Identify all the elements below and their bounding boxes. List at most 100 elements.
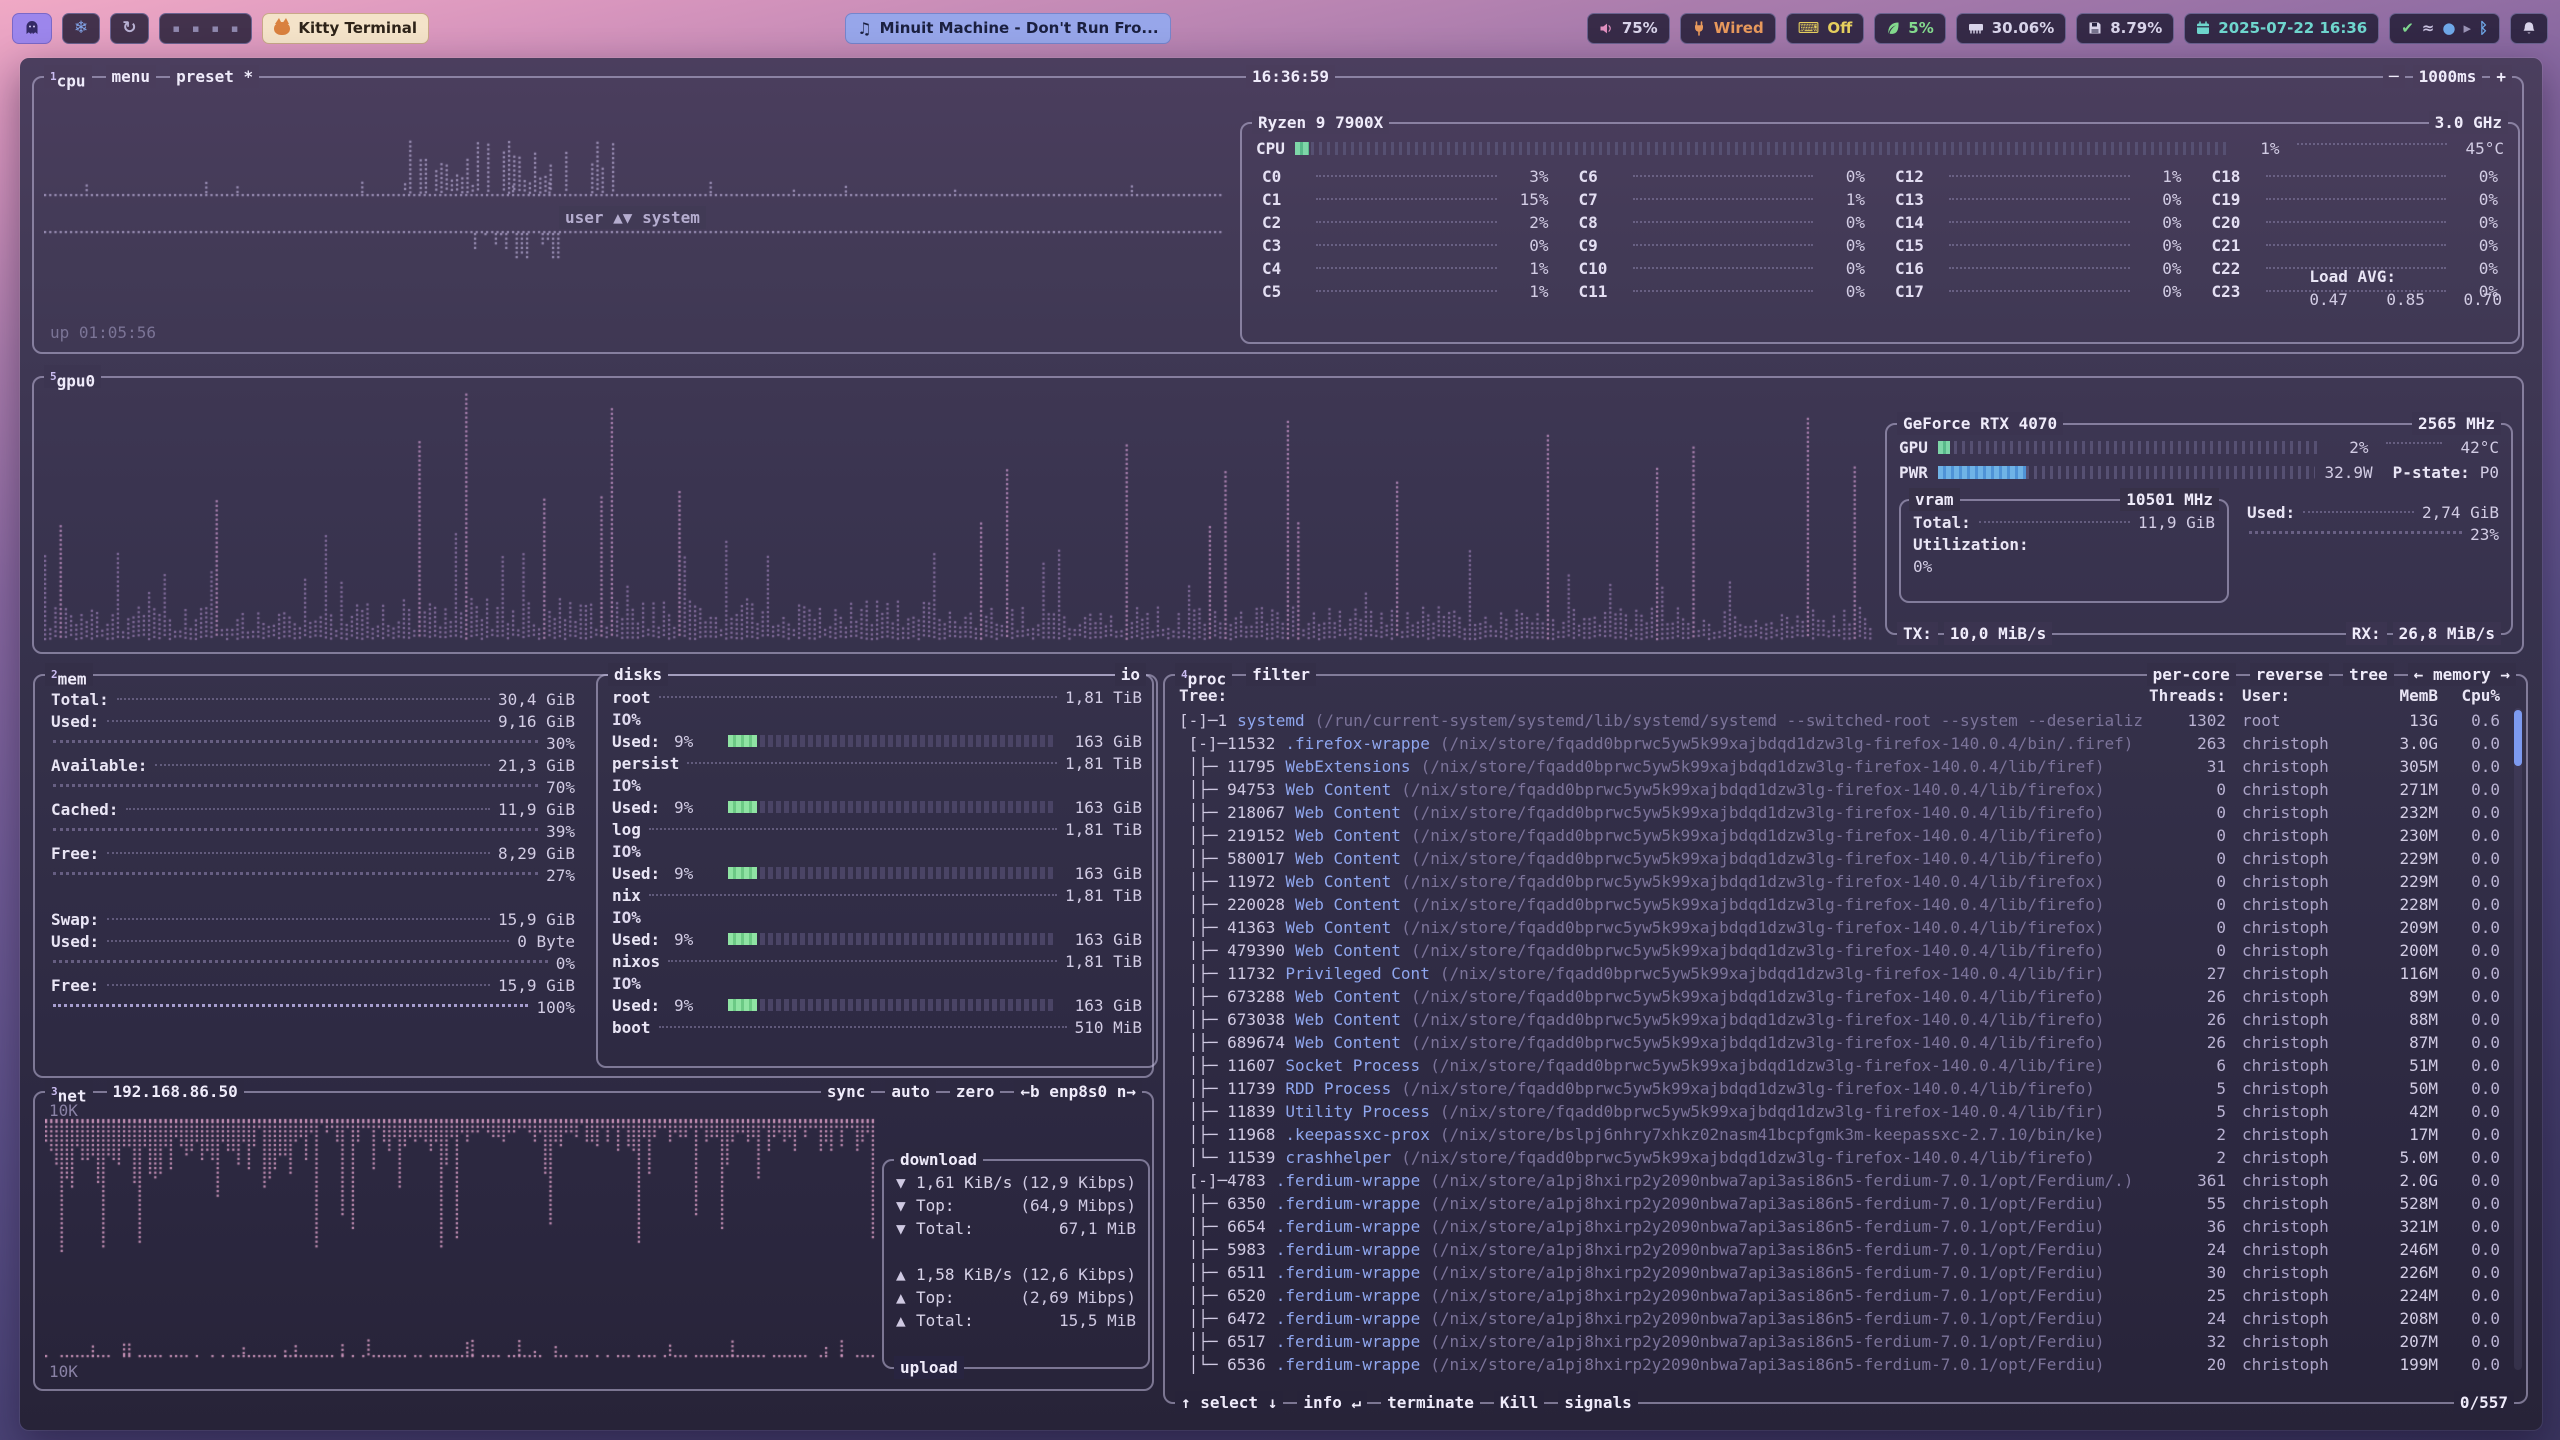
process-row[interactable]: │├─ 11968.keepassxc-prox(/nix/store/bslp… bbox=[1179, 1123, 2500, 1146]
process-row[interactable]: [-]─1systemd(/run/current-system/systemd… bbox=[1179, 709, 2500, 732]
preset-button[interactable]: preset * bbox=[170, 65, 259, 88]
core-usage: 0% bbox=[1821, 165, 1865, 188]
process-row[interactable]: │├─ 6520.ferdium-wrappe(/nix/store/a1pj8… bbox=[1179, 1284, 2500, 1307]
net-interface-switcher[interactable]: ←b enp8s0 n→ bbox=[1014, 1080, 1142, 1103]
gpu-pstate-value: P0 bbox=[2480, 461, 2499, 484]
header-user[interactable]: User: bbox=[2226, 684, 2358, 707]
process-row[interactable]: │└─ 11539crashhelper(/nix/store/fqadd0bp… bbox=[1179, 1146, 2500, 1169]
process-row[interactable]: │├─ 11795WebExtensions(/nix/store/fqadd0… bbox=[1179, 755, 2500, 778]
process-scrollbar-thumb[interactable] bbox=[2514, 710, 2522, 766]
proc-footer-action-3[interactable]: Kill bbox=[1494, 1391, 1545, 1414]
proc-footer-action-4[interactable]: signals bbox=[1558, 1391, 1637, 1414]
disk-size: 510 MiB bbox=[1075, 1016, 1142, 1039]
direction-icon: ▲ bbox=[896, 1263, 916, 1286]
process-row[interactable]: │├─ 11739RDD Process(/nix/store/fqadd0bp… bbox=[1179, 1077, 2500, 1100]
process-row[interactable]: │├─ 6654.ferdium-wrappe(/nix/store/a1pj8… bbox=[1179, 1215, 2500, 1238]
nixos-module[interactable]: ❄ bbox=[62, 13, 100, 44]
process-cpu: 0.0 bbox=[2438, 824, 2500, 847]
process-row[interactable]: │├─ 6511.ferdium-wrappe(/nix/store/a1pj8… bbox=[1179, 1261, 2500, 1284]
process-row[interactable]: [-]─11532.firefox-wrappe(/nix/store/fqad… bbox=[1179, 732, 2500, 755]
process-user: christoph bbox=[2226, 824, 2358, 847]
process-row[interactable]: │├─ 673038Web Content(/nix/store/fqadd0b… bbox=[1179, 1008, 2500, 1031]
process-threads: 26 bbox=[2142, 1031, 2226, 1054]
proc-footer-action-2[interactable]: terminate bbox=[1381, 1391, 1480, 1414]
process-row[interactable]: │├─ 219152Web Content(/nix/store/fqadd0b… bbox=[1179, 824, 2500, 847]
workspace-icon[interactable]: ▪ bbox=[192, 22, 199, 35]
process-row[interactable]: │├─ 6472.ferdium-wrappe(/nix/store/a1pj8… bbox=[1179, 1307, 2500, 1330]
process-row[interactable]: │├─ 673288Web Content(/nix/store/fqadd0b… bbox=[1179, 985, 2500, 1008]
memory-module[interactable]: 30.06% bbox=[1956, 13, 2066, 44]
process-row[interactable]: │├─ 580017Web Content(/nix/store/fqadd0b… bbox=[1179, 847, 2500, 870]
gpu-panel-title[interactable]: 5gpu0 bbox=[44, 365, 101, 388]
process-row[interactable]: │├─ 41363Web Content(/nix/store/fqadd0bp… bbox=[1179, 916, 2500, 939]
workspace-module[interactable]: ▪ ▪ ▪ ▪ bbox=[159, 13, 253, 44]
process-row[interactable]: │├─ 94753Web Content(/nix/store/fqadd0bp… bbox=[1179, 778, 2500, 801]
process-row[interactable]: │├─ 6517.ferdium-wrappe(/nix/store/a1pj8… bbox=[1179, 1330, 2500, 1353]
process-panel-title[interactable]: 4proc bbox=[1175, 663, 1232, 686]
filter-button[interactable]: filter bbox=[1246, 663, 1316, 686]
process-row[interactable]: [-]─4783.ferdium-wrappe(/nix/store/a1pj8… bbox=[1179, 1169, 2500, 1192]
proc-sort-selector[interactable]: ← memory → bbox=[2408, 663, 2516, 686]
network-history-graph bbox=[45, 1105, 875, 1381]
disks-io-toggle[interactable]: io bbox=[1115, 663, 1146, 686]
interval-increase-button[interactable]: + bbox=[2490, 65, 2512, 88]
cpu-core-row: C41% bbox=[1262, 257, 1549, 280]
disks-panel-title[interactable]: disks bbox=[608, 663, 668, 686]
proc-footer-action-0[interactable]: ↑ select ↓ bbox=[1175, 1391, 1283, 1414]
cpu-panel-title[interactable]: 1cpu bbox=[44, 65, 92, 88]
header-cpu[interactable]: Cpu% bbox=[2438, 684, 2500, 707]
active-window-module[interactable]: Kitty Terminal bbox=[262, 13, 429, 44]
tray-status-dot-icon[interactable]: ● bbox=[2442, 19, 2455, 37]
proc-toggle-reverse[interactable]: reverse bbox=[2250, 663, 2329, 686]
workspace-icon[interactable]: ▪ bbox=[231, 22, 238, 35]
process-row[interactable]: │├─ 218067Web Content(/nix/store/fqadd0b… bbox=[1179, 801, 2500, 824]
tray-expand-icon[interactable]: ▸ bbox=[2463, 19, 2471, 37]
system-tray[interactable]: ✔ ≈ ● ▸ ᛒ bbox=[2389, 13, 2500, 44]
interval-decrease-button[interactable]: ─ bbox=[2383, 65, 2405, 88]
net-button-zero[interactable]: zero bbox=[950, 1080, 1001, 1103]
process-row[interactable]: │├─ 220028Web Content(/nix/store/fqadd0b… bbox=[1179, 893, 2500, 916]
proc-toggle-per-core[interactable]: per-core bbox=[2147, 663, 2236, 686]
net-button-sync[interactable]: sync bbox=[821, 1080, 872, 1103]
process-user: christoph bbox=[2226, 1330, 2358, 1353]
process-row[interactable]: │└─ 6536.ferdium-wrappe(/nix/store/a1pj8… bbox=[1179, 1353, 2500, 1376]
net-button-auto[interactable]: auto bbox=[885, 1080, 936, 1103]
proc-toggle-tree[interactable]: tree bbox=[2343, 663, 2394, 686]
gpu-info-panel: GeForce RTX 4070 2565 MHz GPU 2% 42°C PW… bbox=[1885, 423, 2513, 635]
process-row[interactable]: │├─ 11972Web Content(/nix/store/fqadd0bp… bbox=[1179, 870, 2500, 893]
header-threads[interactable]: Threads: bbox=[2142, 684, 2226, 707]
core-name: C14 bbox=[1895, 211, 1941, 234]
process-row[interactable]: │├─ 11607Socket Process(/nix/store/fqadd… bbox=[1179, 1054, 2500, 1077]
workspace-icon[interactable]: ▪ bbox=[211, 22, 218, 35]
process-row[interactable]: │├─ 689674Web Content(/nix/store/fqadd0b… bbox=[1179, 1031, 2500, 1054]
process-row[interactable]: │├─ 6350.ferdium-wrappe(/nix/store/a1pj8… bbox=[1179, 1192, 2500, 1215]
header-mem[interactable]: MemB bbox=[2358, 684, 2438, 707]
launcher-button[interactable] bbox=[12, 13, 52, 44]
proc-footer-action-1[interactable]: info ↵ bbox=[1297, 1391, 1367, 1414]
tray-wave-icon[interactable]: ≈ bbox=[2422, 19, 2435, 37]
process-row[interactable]: │├─ 11839Utility Process(/nix/store/fqad… bbox=[1179, 1100, 2500, 1123]
menu-button[interactable]: menu bbox=[106, 65, 157, 88]
eco-module[interactable]: 5% bbox=[1874, 13, 1945, 44]
tray-bluetooth-icon[interactable]: ᛒ bbox=[2479, 19, 2488, 37]
volume-module[interactable]: 75% bbox=[1587, 13, 1670, 44]
core-name: C4 bbox=[1262, 257, 1308, 280]
process-row[interactable]: │├─ 479390Web Content(/nix/store/fqadd0b… bbox=[1179, 939, 2500, 962]
music-module[interactable]: ♫ Minuit Machine - Don't Run Fro... bbox=[845, 13, 1170, 44]
refresh-module[interactable]: ↻ bbox=[110, 13, 148, 44]
network-module[interactable]: Wired bbox=[1680, 13, 1776, 44]
disk-module[interactable]: 8.79% bbox=[2076, 13, 2174, 44]
process-row[interactable]: │├─ 5983.ferdium-wrappe(/nix/store/a1pj8… bbox=[1179, 1238, 2500, 1261]
leader-dots bbox=[1949, 290, 2130, 292]
mem-meter bbox=[53, 784, 538, 787]
memory-panel-title[interactable]: 2mem bbox=[45, 663, 93, 686]
process-scrollbar[interactable] bbox=[2514, 708, 2522, 1370]
notifications-module[interactable] bbox=[2510, 13, 2548, 44]
tray-check-icon[interactable]: ✔ bbox=[2401, 19, 2414, 37]
keyboard-module[interactable]: ⌨ Off bbox=[1786, 13, 1865, 44]
clock-module[interactable]: 2025-07-22 16:36 bbox=[2184, 13, 2379, 44]
process-row[interactable]: │├─ 11732Privileged Cont(/nix/store/fqad… bbox=[1179, 962, 2500, 985]
cpu-core-row: C90% bbox=[1579, 234, 1866, 257]
upload-rows: ▲1,58 KiB/s(12,6 Kibps)▲Top:(2,69 Mibps)… bbox=[896, 1263, 1136, 1332]
workspace-icon[interactable]: ▪ bbox=[173, 22, 180, 35]
